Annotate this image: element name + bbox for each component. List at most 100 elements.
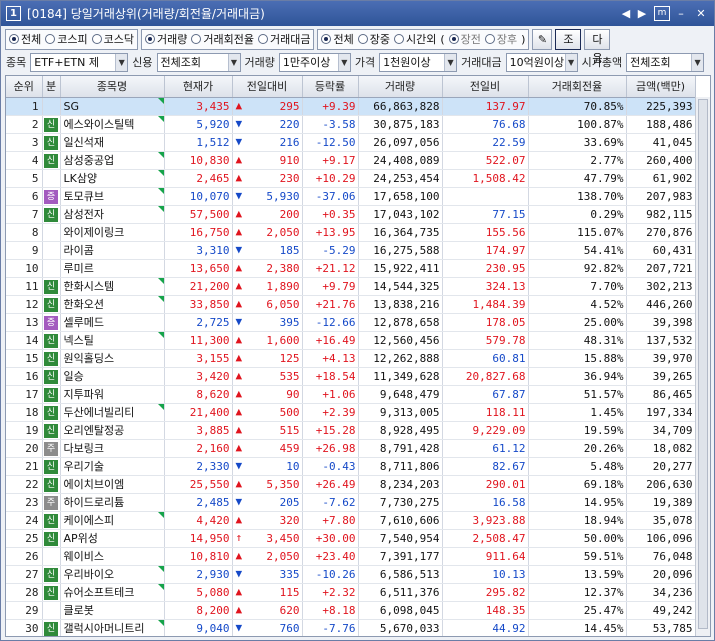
table-row[interactable]: 5 LK삼양 2,465 ▲ 230 +10.29 24,253,454 1,508.42 47…: [6, 169, 696, 188]
cell-chg-text: 295: [279, 99, 300, 113]
column-header[interactable]: 현재가: [164, 76, 233, 98]
radio-subsession-1[interactable]: 장후: [484, 31, 517, 47]
up-triangle-icon: ▲: [235, 512, 243, 526]
table-row[interactable]: 30 신 갤럭시아머니트리 9,040 ▼ 760 -7.76 5,670,033 44.92 1…: [6, 619, 696, 636]
column-header[interactable]: 거래회전율: [528, 76, 627, 98]
up-triangle-icon: ▲: [235, 422, 243, 436]
scrollbar-thumb[interactable]: [698, 99, 708, 629]
table-row[interactable]: 10 루미르 13,650 ▲ 2,380 +21.12 15,922,411 230.95 9…: [6, 259, 696, 278]
table-row[interactable]: 21 신 우리기술 2,330 ▼ 10 -0.43 8,711,806 82.67 5.48% 2…: [6, 457, 696, 476]
radio-market-2[interactable]: 코스닥: [91, 31, 134, 47]
market-badge: 신: [44, 387, 58, 402]
lookup-button[interactable]: 조회: [555, 28, 582, 65]
radio-sort-1[interactable]: 거래회전율: [191, 31, 254, 47]
menu-m-button[interactable]: m: [654, 6, 670, 21]
table-row[interactable]: 26 웨이비스 10,810 ▲ 2,050 +23.40 7,391,177 911.64 5…: [6, 547, 696, 566]
cell-price: 10,810: [164, 547, 233, 566]
cell-prev-text: 10.13: [492, 567, 526, 581]
column-header[interactable]: 등락률: [302, 76, 359, 98]
table-row[interactable]: 23 주 하이드로리튬 2,485 ▼ 205 -7.62 7,730,275 16.58 14.…: [6, 493, 696, 512]
table-row[interactable]: 25 신 AP위성 14,950 ↑ 3,450 +30.00 7,540,954 2,508.…: [6, 529, 696, 548]
down-triangle-icon: ▼: [235, 494, 243, 508]
radio-sort-0[interactable]: 거래량: [145, 31, 187, 47]
table-row[interactable]: 6 증 토모큐브 10,070 ▼ 5,930 -37.06 17,658,100 138.70…: [6, 187, 696, 206]
radio-sort-2[interactable]: 거래대금: [257, 31, 310, 47]
item-select[interactable]: ETF+ETN 제 ▼: [30, 52, 129, 72]
table-row[interactable]: 17 신 지투파워 8,620 ▲ 90 +1.06 9,648,479 67.87 51.57%…: [6, 385, 696, 404]
cell-price: 13,650: [164, 259, 233, 278]
pin-icon[interactable]: ✎: [532, 28, 553, 50]
cell-prev-text: 82.67: [492, 459, 526, 473]
cell-name-text: 삼성중공업: [63, 154, 115, 167]
table-row[interactable]: 16 신 일승 3,420 ▲ 535 +18.54 11,349,628 20,827.68 3…: [6, 367, 696, 386]
table-row[interactable]: 20 주 다보링크 2,160 ▲ 459 +26.98 8,791,428 61.12 20.2…: [6, 439, 696, 458]
cell-badge: [42, 97, 61, 116]
cell-turn-text: 19.59%: [583, 423, 624, 437]
minimize-button[interactable]: –: [673, 6, 689, 21]
table-row[interactable]: 12 신 한화오션 33,850 ▲ 6,050 +21.76 13,838,216 1,484…: [6, 295, 696, 314]
table-row[interactable]: 8 와이제이링크 16,750 ▲ 2,050 +13.95 16,364,735 155.5…: [6, 223, 696, 242]
column-header[interactable]: 전일대비: [232, 76, 303, 98]
table-row[interactable]: 28 신 슈어소프트테크 5,080 ▲ 115 +2.32 6,511,376 295.82 1…: [6, 583, 696, 602]
cell-amt-text: 76,048: [652, 549, 693, 563]
cell-amt-text: 39,398: [652, 315, 693, 329]
amount-select[interactable]: 10억원이상 ▼: [505, 52, 578, 72]
table-row[interactable]: 22 신 에이치브이엠 25,550 ▲ 5,350 +26.49 8,234,203 290.…: [6, 475, 696, 494]
table-row[interactable]: 4 신 삼성중공업 10,830 ▲ 910 +9.17 24,408,089 522.07 2.…: [6, 151, 696, 170]
table-row[interactable]: 3 신 일신석재 1,512 ▼ 216 -12.50 26,097,056 22.59 33.6…: [6, 133, 696, 152]
cell-rate-text: +10.29: [315, 171, 356, 185]
cell-chg-text: 515: [279, 423, 300, 437]
next-screen-button[interactable]: ▶: [634, 6, 650, 21]
cell-vol-text: 9,648,479: [379, 387, 440, 401]
table-row[interactable]: 11 신 한화시스템 21,200 ▲ 1,890 +9.79 14,544,325 324.1…: [6, 277, 696, 296]
radio-dot-icon: [393, 34, 404, 44]
column-header[interactable]: 종목명: [60, 76, 165, 98]
cell-chg-text: 1,600: [266, 333, 300, 347]
up-triangle-icon: ▲: [235, 206, 243, 220]
cell-chg-text: 125: [279, 351, 300, 365]
radio-session-1[interactable]: 장중: [357, 31, 390, 47]
credit-select[interactable]: 전체조회 ▼: [156, 52, 241, 72]
column-header[interactable]: 분: [42, 76, 61, 98]
radio-subsession-0[interactable]: 장전: [448, 31, 481, 47]
table-row[interactable]: 19 신 오리엔탈정공 3,885 ▲ 515 +15.28 8,928,495 9,229.0…: [6, 421, 696, 440]
table-row[interactable]: 9 라이콤 3,310 ▼ 185 -5.29 16,275,588 174.97 54.41%…: [6, 241, 696, 260]
cell-price: 57,500: [164, 205, 233, 224]
column-header[interactable]: 금액(백만): [626, 76, 696, 98]
radio-session-0[interactable]: 전체: [321, 31, 354, 47]
cell-prev-text: 522.07: [485, 153, 526, 167]
close-button[interactable]: ✕: [693, 6, 709, 21]
radio-session-2[interactable]: 시간외: [393, 31, 436, 47]
mcap-select[interactable]: 전체조회 ▼: [626, 52, 705, 72]
price-select[interactable]: 1천원이상 ▼: [379, 52, 458, 72]
column-header[interactable]: 순위: [6, 76, 43, 98]
cell-vol-text: 7,730,275: [379, 495, 440, 509]
cell-turn: 50.00%: [528, 529, 627, 548]
table-row[interactable]: 7 신 삼성전자 57,500 ▲ 200 +0.35 17,043,102 77.15 0.29…: [6, 205, 696, 224]
prev-screen-button[interactable]: ◀: [618, 6, 634, 21]
volume-select[interactable]: 1만주이상 ▼: [278, 52, 351, 72]
cell-prev: 44.92: [442, 619, 529, 636]
market-badge: 신: [44, 459, 58, 474]
cell-rate: +21.76: [302, 295, 359, 314]
table-row[interactable]: 1 SG 3,435 ▲ 295 +9.39 66,863,828 137.97 70.85% 2…: [6, 97, 696, 116]
column-header[interactable]: 거래량: [358, 76, 443, 98]
cell-vol: 7,391,177: [358, 547, 443, 566]
table-row[interactable]: 14 신 넥스틸 11,300 ▲ 1,600 +16.49 12,560,456 579.78…: [6, 331, 696, 350]
column-header[interactable]: 전일비: [442, 76, 529, 98]
next-page-button[interactable]: 다음: [584, 28, 611, 65]
cell-rate-text: -37.06: [315, 189, 356, 203]
cell-vol-text: 11,349,628: [373, 369, 440, 383]
table-row[interactable]: 15 신 원익홀딩스 3,155 ▲ 125 +4.13 12,262,888 60.81 15.…: [6, 349, 696, 368]
vertical-scrollbar[interactable]: [695, 97, 710, 636]
radio-market-1[interactable]: 코스피: [45, 31, 88, 47]
table-row[interactable]: 24 신 케이에스피 4,420 ▲ 320 +7.80 7,610,606 3,923.88 1…: [6, 511, 696, 530]
market-badge: 신: [44, 567, 58, 582]
table-row[interactable]: 18 신 두산에너빌리티 21,400 ▲ 500 +2.39 9,313,005 118.11…: [6, 403, 696, 422]
down-triangle-icon: ▼: [235, 116, 243, 130]
table-row[interactable]: 27 신 우리바이오 2,930 ▼ 335 -10.26 6,586,513 10.13 13.…: [6, 565, 696, 584]
radio-market-0[interactable]: 전체: [9, 31, 41, 47]
table-row[interactable]: 2 신 에스와이스틸텍 5,920 ▼ 220 -3.58 30,875,183 76.68 10…: [6, 115, 696, 134]
table-row[interactable]: 13 증 셀루메드 2,725 ▼ 395 -12.66 12,878,658 178.05 25…: [6, 313, 696, 332]
table-row[interactable]: 29 클로봇 8,200 ▲ 620 +8.18 6,098,045 148.35 25.47%…: [6, 601, 696, 620]
